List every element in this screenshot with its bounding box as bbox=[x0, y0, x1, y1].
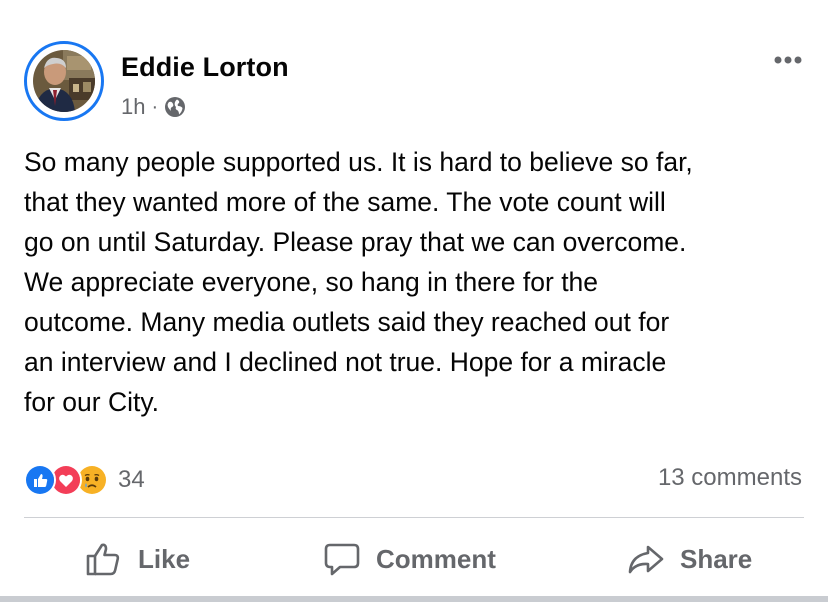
meta-separator: · bbox=[151, 95, 159, 118]
globe-icon[interactable] bbox=[164, 96, 186, 118]
post-text-line: So many people supported us. It is hard … bbox=[24, 147, 693, 177]
reactions-summary[interactable]: 34 bbox=[24, 462, 145, 498]
post-text-line: We appreciate everyone, so hang in there… bbox=[24, 267, 599, 297]
avatar[interactable] bbox=[33, 50, 95, 112]
comment-label: Comment bbox=[376, 543, 496, 574]
post-text: So many people supported us. It is hard … bbox=[24, 142, 814, 422]
avatar-story-ring[interactable] bbox=[24, 41, 104, 121]
share-button[interactable]: Share bbox=[626, 530, 752, 588]
post-separator-bar bbox=[0, 596, 828, 602]
post-actions: Like Comment Share bbox=[0, 530, 828, 588]
post-meta: 1h · bbox=[121, 94, 186, 120]
post-text-line: that they wanted more of the same. The v… bbox=[24, 187, 666, 217]
divider bbox=[24, 517, 804, 518]
comment-icon bbox=[324, 543, 360, 576]
profile-photo bbox=[33, 50, 95, 112]
comment-button[interactable]: Comment bbox=[322, 530, 496, 588]
post-text-line: an interview and I declined not true. Ho… bbox=[24, 347, 667, 377]
like-button[interactable]: Like bbox=[84, 530, 190, 588]
author-name[interactable]: Eddie Lorton bbox=[121, 52, 289, 83]
post-time[interactable]: 1h bbox=[121, 94, 145, 120]
like-label: Like bbox=[138, 543, 191, 574]
share-icon bbox=[628, 545, 664, 574]
post-text-line: go on until Saturday. Please pray that w… bbox=[24, 227, 687, 257]
reaction-count: 34 bbox=[118, 466, 145, 493]
facebook-post: Eddie Lorton 1h · So many people support… bbox=[0, 0, 828, 602]
more-icon[interactable] bbox=[770, 50, 806, 70]
post-text-line: outcome. Many media outlets said they re… bbox=[24, 307, 670, 337]
post-text-line: for our City. bbox=[24, 387, 159, 417]
share-label: Share bbox=[680, 543, 753, 574]
thumbs-up-icon bbox=[86, 543, 120, 576]
comments-count[interactable]: 13 comments bbox=[658, 464, 802, 492]
like-reaction-icon bbox=[24, 464, 56, 496]
